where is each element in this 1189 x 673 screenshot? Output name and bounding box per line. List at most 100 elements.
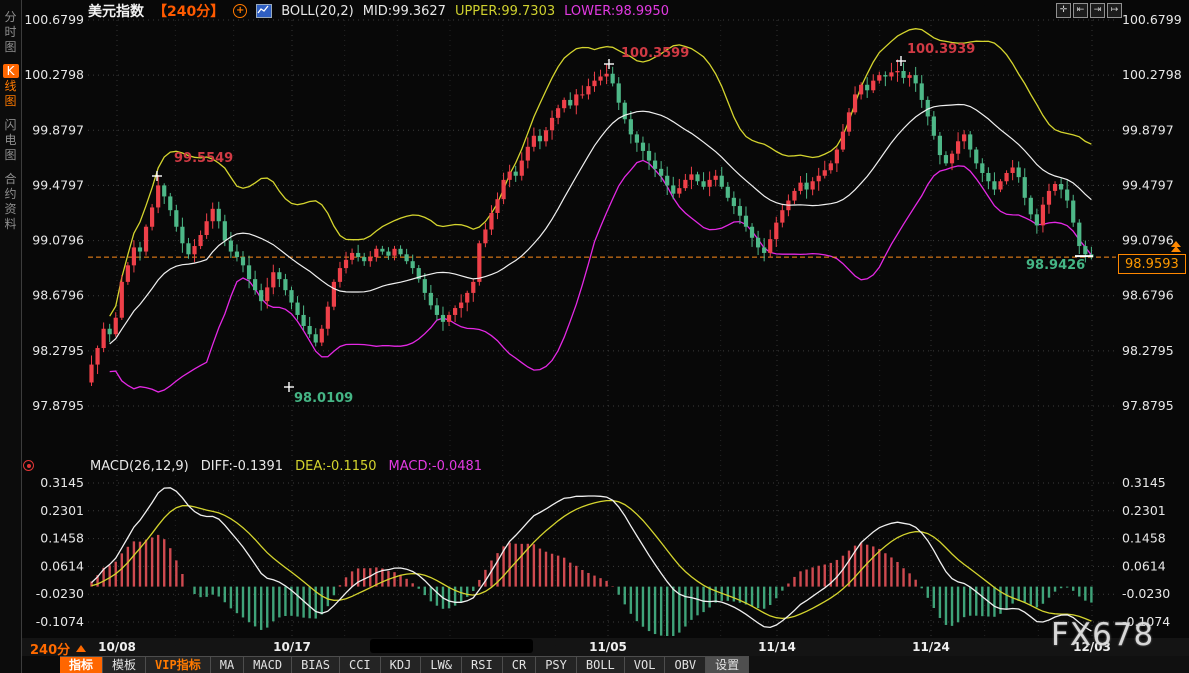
candle-body	[877, 75, 881, 81]
candle-body	[235, 252, 239, 258]
candle-body	[992, 181, 996, 189]
toolbar-item-CR[interactable]: CR	[503, 656, 536, 673]
candle-body	[447, 315, 451, 322]
toolbar-item-BOLL[interactable]: BOLL	[577, 656, 625, 673]
candle-body	[338, 268, 342, 282]
candle-body	[623, 103, 627, 120]
compress-x-icon[interactable]: ⇤	[1073, 3, 1088, 18]
sidebar-item-char: 约	[3, 187, 19, 201]
macd-axis-label-left: 0.1458	[40, 531, 84, 546]
pan-icon[interactable]: ✛	[1056, 3, 1071, 18]
last-price-tag: 98.9593	[1118, 254, 1186, 274]
candle-body	[435, 305, 439, 315]
toolbar-item-LW&[interactable]: LW&	[421, 656, 462, 673]
toolbar-item-模板[interactable]: 模板	[103, 656, 146, 673]
candle-body	[1053, 184, 1057, 191]
sidebar-item-flash-chart[interactable]: 闪电图	[0, 118, 21, 162]
candle-body	[774, 223, 778, 240]
candle-body	[605, 74, 609, 77]
candle-body	[520, 161, 524, 176]
candle-body	[586, 86, 590, 94]
candle-body	[726, 187, 730, 198]
macd-title[interactable]: MACD(26,12,9)	[90, 459, 189, 474]
chart-type-sidebar: 分时图 K线图闪电图合约资料	[0, 0, 22, 673]
candle-body	[792, 191, 796, 201]
price-axis-label-left: 100.6799	[24, 12, 84, 27]
toolbar-item-MA[interactable]: MA	[211, 656, 244, 673]
toolbar-item-PSY[interactable]: PSY	[536, 656, 577, 673]
candle-body	[150, 207, 154, 226]
candle-body	[138, 247, 142, 251]
sidebar-item-contract-info[interactable]: 合约资料	[0, 172, 21, 231]
kline-macd-chart[interactable]: 100.6799100.6799100.2798100.279899.87979…	[0, 0, 1189, 673]
toolbar-item-VOL[interactable]: VOL	[625, 656, 666, 673]
candle-body	[998, 181, 1002, 189]
candle-body	[714, 176, 718, 180]
macd-axis-label-right: 0.0614	[1122, 558, 1166, 573]
candle-body	[1041, 205, 1045, 226]
candle-body	[441, 315, 445, 322]
candle-body	[332, 282, 336, 307]
candle-body	[174, 210, 178, 227]
indicator-settings-icon[interactable]	[23, 460, 34, 471]
candle-body	[205, 221, 209, 235]
candle-body	[217, 209, 221, 221]
candle-body	[938, 136, 942, 155]
candle-body	[132, 247, 136, 265]
price-axis-label-right: 97.8795	[1122, 398, 1174, 413]
candle-body	[514, 172, 518, 176]
expand-x-icon[interactable]: ⇥	[1090, 3, 1105, 18]
candle-body	[320, 329, 324, 343]
price-axis-label-left: 99.8797	[32, 122, 84, 137]
candle-body	[859, 85, 863, 95]
indicator-toolbar: 指标模板VIP指标MAMACDBIASCCIKDJLW&RSICRPSYBOLL…	[0, 656, 1189, 673]
candle-body	[459, 303, 463, 309]
candle-body	[611, 74, 615, 84]
candle-body	[120, 282, 124, 318]
candle-body	[114, 318, 118, 335]
jump-latest-icon[interactable]: ↦	[1107, 3, 1122, 18]
sidebar-item-char: 图	[3, 148, 19, 162]
candle-body	[156, 185, 160, 207]
candle-body	[1023, 177, 1027, 198]
sidebar-item-char: 线	[3, 79, 19, 93]
candle-body	[95, 348, 99, 365]
candle-body	[804, 183, 808, 190]
candle-body	[277, 272, 281, 279]
candle-body	[283, 279, 287, 290]
chart-thumbnail-icon[interactable]	[256, 4, 272, 18]
toolbar-item-OBV[interactable]: OBV	[665, 656, 706, 673]
candle-body	[677, 188, 681, 194]
toolbar-item-CCI[interactable]: CCI	[340, 656, 381, 673]
candle-body	[847, 112, 851, 131]
toolbar-item-KDJ[interactable]: KDJ	[381, 656, 422, 673]
period-label[interactable]: 【240分】	[153, 1, 224, 21]
toolbar-item-指标[interactable]: 指标	[60, 656, 103, 673]
macd-axis-label-right: 0.1458	[1122, 531, 1166, 546]
price-axis-label-left: 99.0796	[32, 233, 84, 248]
candle-body	[411, 261, 415, 268]
candle-body	[265, 287, 269, 301]
toolbar-item-RSI[interactable]: RSI	[462, 656, 503, 673]
date-tick-label: 11/05	[589, 640, 627, 654]
macd-axis-label-left: 0.2301	[40, 503, 84, 518]
sidebar-item-char: 图	[3, 94, 19, 108]
add-indicator-icon[interactable]: +	[233, 4, 247, 18]
sidebar-item-kline-chart[interactable]: K线图	[0, 64, 21, 108]
toolbar-item-MACD[interactable]: MACD	[244, 656, 292, 673]
candle-body	[968, 134, 972, 149]
toolbar-item-设置[interactable]: 设置	[706, 656, 749, 673]
candle-body	[823, 170, 827, 176]
horizontal-scrollbar[interactable]	[370, 639, 533, 653]
candle-body	[853, 94, 857, 112]
candle-body	[356, 253, 360, 257]
price-annotation: 98.9426	[1026, 258, 1085, 273]
toolbar-item-VIP指标[interactable]: VIP指标	[146, 656, 211, 673]
candle-body	[641, 143, 645, 151]
sidebar-item-time-chart[interactable]: 分时图	[0, 10, 21, 54]
candle-body	[1077, 223, 1081, 246]
candle-body	[386, 252, 390, 256]
macd-diff-line	[92, 488, 1092, 631]
candle-body	[841, 132, 845, 150]
toolbar-item-BIAS[interactable]: BIAS	[292, 656, 340, 673]
